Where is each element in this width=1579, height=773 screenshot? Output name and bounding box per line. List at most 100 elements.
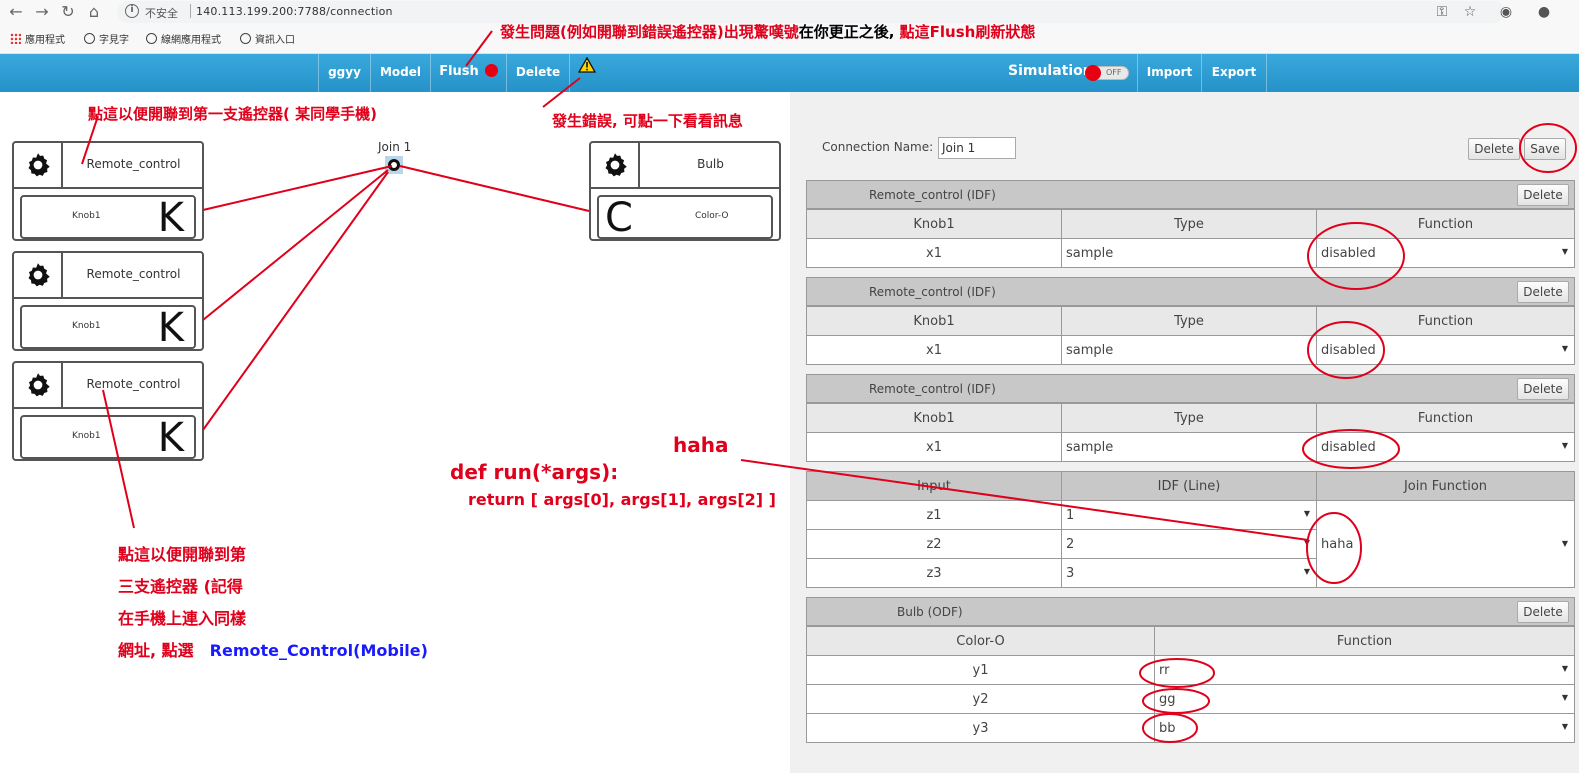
- project-menu[interactable]: ggyy: [318, 54, 370, 92]
- address-separator: [190, 4, 191, 18]
- table-row: y2 gg ▼: [806, 684, 1575, 714]
- function-select[interactable]: disabled ▼: [1316, 335, 1575, 365]
- code-line-2: return [ args[0], args[1], args[2] ]: [468, 490, 776, 509]
- first-controller-annotation: 點這以便開聯到第一支遙控器( 某同學手機): [88, 105, 377, 123]
- bookmark-2[interactable]: 字見字: [84, 31, 129, 46]
- idf-line-value: 2: [1066, 536, 1075, 552]
- idf-line-select[interactable]: 3 ▼: [1061, 558, 1317, 588]
- idf-name-cell: x1: [806, 432, 1062, 462]
- dropdown-caret-icon: ▼: [1561, 441, 1568, 450]
- flush-button[interactable]: Flush: [430, 54, 506, 92]
- dropdown-caret-icon: ▼: [1561, 247, 1568, 256]
- gear-icon[interactable]: [14, 363, 63, 407]
- column-header: Color-O: [806, 626, 1155, 656]
- idf-line-select[interactable]: 1 ▼: [1061, 500, 1317, 530]
- gear-icon[interactable]: [591, 143, 640, 187]
- odf-section-header: Bulb (ODF) Delete: [806, 597, 1575, 626]
- connection-name-label: Connection Name:: [822, 140, 934, 154]
- connection-name-input[interactable]: Join 1: [938, 137, 1016, 159]
- column-header: Function: [1316, 209, 1575, 239]
- idf-table: Knob1 Type Function x1 sample disabled ▼: [806, 403, 1575, 462]
- bookmark-3[interactable]: 線網應用程式: [146, 31, 221, 46]
- idf-line-value: 1: [1066, 507, 1075, 523]
- device-remote-control-2[interactable]: Remote_control Knob1 K: [12, 251, 204, 351]
- device-remote-control-3[interactable]: Remote_control Knob1 K: [12, 361, 204, 461]
- table-row: x1 sample disabled ▼: [806, 335, 1575, 365]
- dropdown-caret-icon: ▼: [1561, 664, 1568, 673]
- function-value: disabled: [1321, 245, 1376, 261]
- idf-name-cell: x1: [806, 238, 1062, 268]
- gear-icon[interactable]: [14, 143, 63, 187]
- profile-icon[interactable]: ●: [1534, 2, 1554, 22]
- device-feature[interactable]: Knob1 K: [20, 305, 196, 351]
- column-header: Function: [1154, 626, 1575, 656]
- table-row: x1 sample disabled ▼: [806, 238, 1575, 268]
- device-feature[interactable]: Knob1 K: [20, 195, 196, 241]
- gear-icon[interactable]: [14, 253, 63, 297]
- star-icon[interactable]: ☆: [1460, 2, 1480, 22]
- bookmark-apps[interactable]: 應用程式: [10, 31, 65, 46]
- info-icon[interactable]: i: [125, 4, 139, 18]
- odf-function-select[interactable]: gg ▼: [1154, 684, 1575, 714]
- feature-letter: K: [157, 305, 184, 351]
- dropdown-caret-icon: ▼: [1303, 567, 1310, 576]
- flush-annotation: 發生問題(例如開聯到錯誤遙控器)出現驚嘆號在你更正之後, 點這Flush刷新狀態: [500, 23, 1036, 41]
- idf-section-header: Remote_control (IDF) Delete: [806, 374, 1575, 403]
- device-bulb[interactable]: Bulb C Color-O: [589, 141, 781, 241]
- odf-function-select[interactable]: rr ▼: [1154, 655, 1575, 685]
- delete-menu[interactable]: Delete: [506, 54, 570, 92]
- join-node[interactable]: [385, 156, 403, 174]
- join-function-select[interactable]: haha ▼: [1316, 500, 1575, 588]
- address-bar[interactable]: i 不安全 140.113.199.200:7788/connection: [117, 1, 1505, 23]
- key-icon[interactable]: ⚿: [1432, 2, 1452, 22]
- idf-line-select[interactable]: 2 ▼: [1061, 529, 1317, 559]
- simulation-label: Simulation: [1008, 63, 1093, 79]
- security-label: 不安全: [145, 7, 178, 20]
- odf-name-cell: y3: [806, 713, 1155, 743]
- type-cell: sample: [1061, 238, 1317, 268]
- function-value: disabled: [1321, 342, 1376, 358]
- dropdown-caret-icon: ▼: [1561, 344, 1568, 353]
- odf-function-select[interactable]: bb ▼: [1154, 713, 1575, 743]
- simulation-toggle[interactable]: OFF: [1085, 65, 1129, 81]
- delete-section-button[interactable]: Delete: [1517, 601, 1569, 623]
- save-button[interactable]: Save: [1524, 138, 1566, 160]
- import-menu[interactable]: Import: [1137, 54, 1201, 92]
- function-select[interactable]: disabled ▼: [1316, 238, 1575, 268]
- odf-name-cell: y2: [806, 684, 1155, 714]
- dropdown-caret-icon: ▼: [1303, 509, 1310, 518]
- forward-arrow-icon[interactable]: →: [32, 2, 52, 22]
- url-text[interactable]: 140.113.199.200:7788/connection: [196, 5, 393, 18]
- join-label: Join 1: [378, 140, 412, 154]
- device-name: Bulb: [697, 157, 724, 171]
- bookmark-4[interactable]: 資訊入口: [240, 31, 295, 46]
- delete-section-button[interactable]: Delete: [1517, 281, 1569, 303]
- idf-name-cell: x1: [806, 335, 1062, 365]
- column-header: Knob1: [806, 306, 1062, 336]
- delete-connection-button[interactable]: Delete: [1468, 138, 1520, 160]
- device-feature[interactable]: C Color-O: [597, 195, 773, 241]
- function-select[interactable]: disabled ▼: [1316, 432, 1575, 462]
- dropdown-caret-icon: ▼: [1561, 539, 1568, 548]
- type-value: sample: [1066, 439, 1114, 455]
- device-feature[interactable]: Knob1 K: [20, 415, 196, 461]
- third-controller-note-1: 點這以便開聯到第: [118, 545, 247, 564]
- table-row: x1 sample disabled ▼: [806, 432, 1575, 462]
- home-icon[interactable]: ⌂: [84, 2, 104, 22]
- table-row: z1 1 ▼ haha ▼: [806, 500, 1575, 588]
- table-row: y3 bb ▼: [806, 713, 1575, 743]
- device-remote-control-1[interactable]: Remote_control Knob1 K: [12, 141, 204, 241]
- delete-section-button[interactable]: Delete: [1517, 184, 1569, 206]
- device-name: Remote_control: [86, 157, 181, 171]
- export-menu[interactable]: Export: [1201, 54, 1267, 92]
- third-controller-note-3: 在手機上連入同樣: [118, 609, 247, 628]
- warning-icon[interactable]: [578, 57, 596, 73]
- extension-icon[interactable]: ◉: [1496, 2, 1516, 22]
- model-menu[interactable]: Model: [370, 54, 430, 92]
- section-title: Bulb (ODF): [897, 605, 963, 619]
- back-arrow-icon[interactable]: ←: [6, 2, 26, 22]
- column-header: Function: [1316, 403, 1575, 433]
- delete-section-button[interactable]: Delete: [1517, 378, 1569, 400]
- reload-icon[interactable]: ↻: [58, 2, 78, 22]
- toggle-state-label: OFF: [1106, 68, 1122, 77]
